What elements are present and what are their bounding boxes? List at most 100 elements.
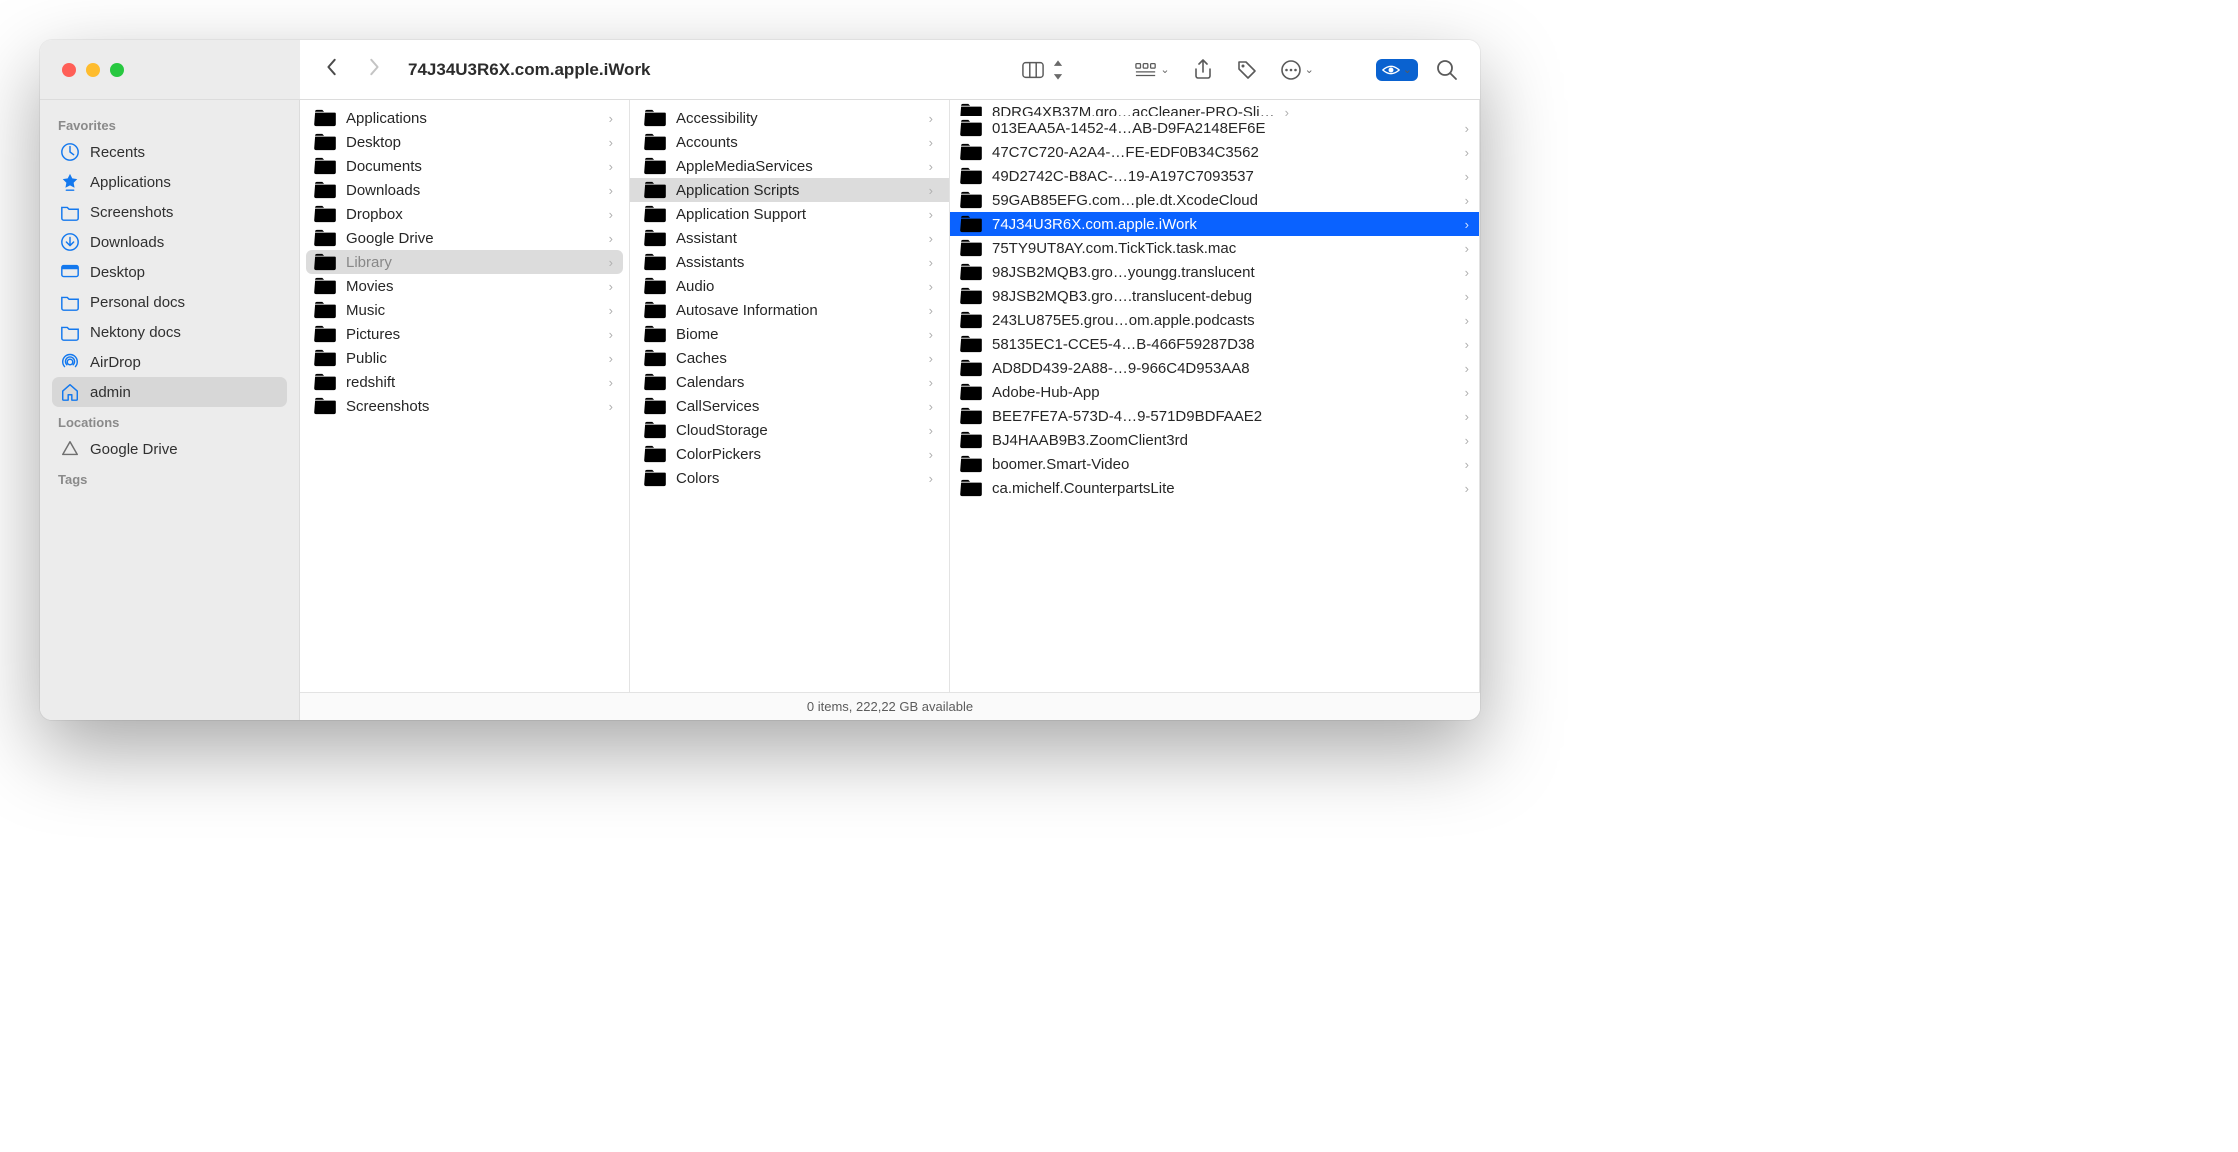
folder-row[interactable]: Adobe-Hub-App›: [950, 380, 1479, 404]
folder-row[interactable]: Applications›: [300, 106, 629, 130]
folder-row[interactable]: Autosave Information›: [630, 298, 949, 322]
sidebar-item-personal-docs[interactable]: Personal docs: [52, 287, 287, 317]
folder-row[interactable]: 74J34U3R6X.com.apple.iWork›: [950, 212, 1479, 236]
folder-row[interactable]: 013EAA5A-1452-4…AB-D9FA2148EF6E›: [950, 116, 1479, 140]
sidebar-item-label: Recents: [90, 144, 145, 161]
close-button[interactable]: [62, 63, 76, 77]
folder-icon: [314, 205, 336, 223]
folder-icon: [314, 229, 336, 247]
folder-row[interactable]: Accounts›: [630, 130, 949, 154]
folder-row[interactable]: Biome›: [630, 322, 949, 346]
folder-row[interactable]: 243LU875E5.grou…om.apple.podcasts›: [950, 308, 1479, 332]
folder-row[interactable]: Public›: [300, 346, 629, 370]
folder-row[interactable]: BEE7FE7A-573D-4…9-571D9BDFAAE2›: [950, 404, 1479, 428]
folder-row[interactable]: 8DRG4XB37M.gro…acCleaner-PRO-Sli…›: [950, 100, 1299, 116]
folder-row[interactable]: Documents›: [300, 154, 629, 178]
folder-name: Pictures: [346, 326, 599, 343]
chevron-right-icon: ›: [609, 351, 613, 366]
forward-button[interactable]: [360, 58, 388, 82]
folder-icon: [644, 325, 666, 343]
folder-row[interactable]: Caches›: [630, 346, 949, 370]
chevron-right-icon: ›: [609, 279, 613, 294]
folder-row[interactable]: 49D2742C-B8AC-…19-A197C7093537›: [950, 164, 1479, 188]
sidebar-item-desktop[interactable]: Desktop: [52, 257, 287, 287]
folder-name: 47C7C720-A2A4-…FE-EDF0B34C3562: [992, 144, 1455, 161]
folder-row[interactable]: BJ4HAAB9B3.ZoomClient3rd›: [950, 428, 1479, 452]
status-text: 0 items, 222,22 GB available: [807, 699, 973, 714]
folder-row[interactable]: CallServices›: [630, 394, 949, 418]
sidebar: FavoritesRecentsApplicationsScreenshotsD…: [40, 100, 300, 720]
sidebar-item-airdrop[interactable]: AirDrop: [52, 347, 287, 377]
folder-row[interactable]: Google Drive›: [300, 226, 629, 250]
folder-name: Accessibility: [676, 110, 919, 127]
folder-name: BJ4HAAB9B3.ZoomClient3rd: [992, 432, 1455, 449]
share-button[interactable]: [1188, 55, 1218, 85]
chevron-right-icon: ›: [609, 399, 613, 414]
folder-name: Calendars: [676, 374, 919, 391]
zoom-button[interactable]: [110, 63, 124, 77]
status-bar: 0 items, 222,22 GB available: [300, 692, 1480, 720]
folder-row[interactable]: Calendars›: [630, 370, 949, 394]
folder-row[interactable]: Pictures›: [300, 322, 629, 346]
folder-row[interactable]: Assistant›: [630, 226, 949, 250]
folder-row[interactable]: ColorPickers›: [630, 442, 949, 466]
folder-row[interactable]: Assistants›: [630, 250, 949, 274]
column-2[interactable]: Accessibility›Accounts›AppleMediaService…: [630, 100, 950, 692]
chevron-right-icon: ›: [929, 279, 933, 294]
folder-row[interactable]: 47C7C720-A2A4-…FE-EDF0B34C3562›: [950, 140, 1479, 164]
folder-row[interactable]: Application Scripts›: [630, 178, 949, 202]
folder-row[interactable]: Desktop›: [300, 130, 629, 154]
folder-name: 243LU875E5.grou…om.apple.podcasts: [992, 312, 1455, 329]
chevron-right-icon: ›: [929, 423, 933, 438]
view-columns-button[interactable]: [1018, 55, 1073, 85]
folder-row[interactable]: Screenshots›: [300, 394, 629, 418]
chevron-down-icon: ⌄: [1403, 63, 1412, 76]
folder-row[interactable]: 98JSB2MQB3.gro….translucent-debug›: [950, 284, 1479, 308]
folder-row[interactable]: Library›: [306, 250, 623, 274]
sidebar-item-recents[interactable]: Recents: [52, 137, 287, 167]
folder-row[interactable]: ca.michelf.CounterpartsLite›: [950, 476, 1479, 500]
folder-row[interactable]: 98JSB2MQB3.gro…youngg.translucent›: [950, 260, 1479, 284]
quicklook-button[interactable]: ⌄: [1376, 59, 1418, 81]
folder-icon: [960, 359, 982, 377]
titlebar-left: [40, 40, 300, 100]
sidebar-item-applications[interactable]: Applications: [52, 167, 287, 197]
folder-icon: [960, 311, 982, 329]
group-by-button[interactable]: ⌄: [1131, 55, 1173, 85]
tags-button[interactable]: [1232, 55, 1262, 85]
folder-row[interactable]: 75TY9UT8AY.com.TickTick.task.mac›: [950, 236, 1479, 260]
folder-row[interactable]: AD8DD439-2A88-…9-966C4D953AA8›: [950, 356, 1479, 380]
column-1[interactable]: Applications›Desktop›Documents›Downloads…: [300, 100, 630, 692]
minimize-button[interactable]: [86, 63, 100, 77]
folder-icon: [644, 421, 666, 439]
sidebar-item-downloads[interactable]: Downloads: [52, 227, 287, 257]
folder-icon: [644, 181, 666, 199]
search-button[interactable]: [1432, 55, 1462, 85]
folder-row[interactable]: AppleMediaServices›: [630, 154, 949, 178]
sidebar-item-admin[interactable]: admin: [52, 377, 287, 407]
chevron-right-icon: ›: [929, 351, 933, 366]
folder-row[interactable]: Downloads›: [300, 178, 629, 202]
folder-row[interactable]: Application Support›: [630, 202, 949, 226]
sidebar-item-nektony-docs[interactable]: Nektony docs: [52, 317, 287, 347]
column-3[interactable]: 8DRG4XB37M.gro…acCleaner-PRO-Sli…›013EAA…: [950, 100, 1480, 692]
sidebar-item-google-drive[interactable]: Google Drive: [52, 434, 287, 464]
folder-row[interactable]: CloudStorage›: [630, 418, 949, 442]
folder-row[interactable]: 59GAB85EFG.com…ple.dt.XcodeCloud›: [950, 188, 1479, 212]
folder-row[interactable]: Accessibility›: [630, 106, 949, 130]
folder-row[interactable]: Audio›: [630, 274, 949, 298]
folder-row[interactable]: Dropbox›: [300, 202, 629, 226]
folder-row[interactable]: boomer.Smart-Video›: [950, 452, 1479, 476]
folder-icon: [314, 301, 336, 319]
back-button[interactable]: [318, 58, 346, 82]
folder-row[interactable]: Movies›: [300, 274, 629, 298]
folder-icon: [644, 157, 666, 175]
action-menu-button[interactable]: ⌄: [1276, 55, 1318, 85]
chevron-right-icon: ›: [929, 207, 933, 222]
folder-row[interactable]: 58135EC1-CCE5-4…B-466F59287D38›: [950, 332, 1479, 356]
sidebar-section-header: Tags: [58, 472, 281, 487]
folder-row[interactable]: Music›: [300, 298, 629, 322]
folder-row[interactable]: redshift›: [300, 370, 629, 394]
sidebar-item-screenshots[interactable]: Screenshots: [52, 197, 287, 227]
folder-row[interactable]: Colors›: [630, 466, 949, 490]
